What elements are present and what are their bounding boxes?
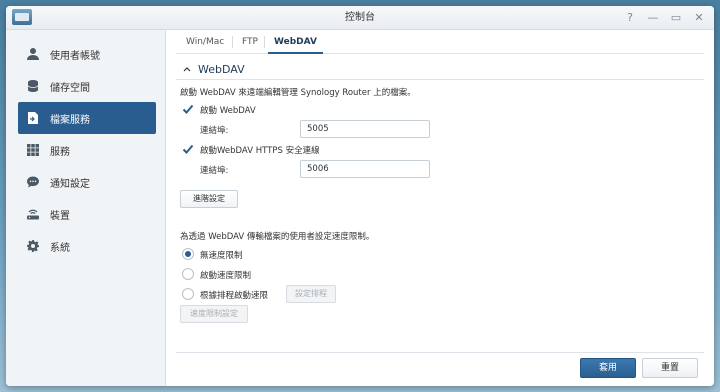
control-panel-window: 控制台 ? — ▭ ✕ 使用者帳號 儲存空間 檔案服務 服務 通知設定 裝置 系… [6,6,714,386]
minimize-icon[interactable]: — [646,10,660,25]
tab-webdav[interactable]: WebDAV [268,30,323,54]
enable-https-label[interactable]: 啟動WebDAV HTTPS 安全連線 [200,144,320,156]
port-label-http: 連結埠: [200,126,229,136]
file-services-icon [25,110,41,126]
sidebar-item-label: 檔案服務 [50,114,90,126]
gear-icon [25,238,41,254]
no-speed-limit-radio[interactable] [182,248,194,260]
sidebar-item-file-services[interactable]: 檔案服務 [18,102,156,134]
section-title: WebDAV [198,63,245,76]
tab-ftp[interactable]: FTP [236,30,264,54]
tab-bar: Win/Mac FTP WebDAV [176,30,704,54]
advanced-settings-button[interactable]: 進階設定 [180,190,238,208]
user-icon [25,46,41,62]
window-title: 控制台 [345,12,375,23]
set-schedule-button[interactable]: 設定排程 [286,285,336,303]
webdav-https-port-input[interactable]: 5006 [300,160,430,178]
enable-webdav-label[interactable]: 啟動 WebDAV [200,104,256,116]
reset-button[interactable]: 重置 [642,358,698,378]
apply-button[interactable]: 套用 [580,358,636,378]
maximize-icon[interactable]: ▭ [669,10,683,25]
grid-icon [25,142,41,158]
help-icon[interactable]: ? [623,10,637,25]
sidebar-item-label: 儲存空間 [50,82,90,94]
sidebar-item-label: 服務 [50,146,70,158]
speed-limit-description: 為透過 WebDAV 傳輸檔案的使用者設定速度限制。 [180,232,375,242]
sidebar-item-label: 使用者帳號 [50,50,100,62]
schedule-speed-limit-radio[interactable] [182,288,194,300]
sidebar-item-label: 系統 [50,242,70,254]
tab-win-mac[interactable]: Win/Mac [180,30,230,54]
enable-https-checkbox[interactable] [182,143,194,155]
sidebar-item-storage[interactable]: 儲存空間 [18,70,156,102]
database-icon [25,78,41,94]
chat-bubble-icon [25,174,41,190]
webdav-section-header[interactable]: WebDAV [176,60,704,80]
router-icon [25,206,41,222]
footer-divider [176,352,704,353]
sidebar-item-device[interactable]: 裝置 [18,198,156,230]
enable-speed-limit-label[interactable]: 啟動速度限制 [200,269,251,281]
schedule-speed-limit-label[interactable]: 根據排程啟動速限 [200,289,268,301]
enable-webdav-checkbox[interactable] [182,103,194,115]
chevron-up-icon[interactable] [182,64,192,77]
sidebar-item-label: 通知設定 [50,178,90,190]
speed-limit-settings-button[interactable]: 速度限制設定 [180,305,248,323]
sidebar-item-system[interactable]: 系統 [18,230,156,262]
webdav-port-input[interactable]: 5005 [300,120,430,138]
sidebar-item-notifications[interactable]: 通知設定 [18,166,156,198]
no-speed-limit-label[interactable]: 無速度限制 [200,249,243,261]
enable-speed-limit-radio[interactable] [182,268,194,280]
webdav-description: 啟動 WebDAV 來遠端編輯管理 Synology Router 上的檔案。 [180,88,416,98]
title-bar: 控制台 ? — ▭ ✕ [6,6,714,30]
sidebar-item-services[interactable]: 服務 [18,134,156,166]
close-icon[interactable]: ✕ [692,10,706,25]
port-label-https: 連結埠: [200,166,229,176]
sidebar-item-user-accounts[interactable]: 使用者帳號 [18,38,156,70]
sidebar-item-label: 裝置 [50,210,70,222]
sidebar: 使用者帳號 儲存空間 檔案服務 服務 通知設定 裝置 系統 [6,30,166,386]
